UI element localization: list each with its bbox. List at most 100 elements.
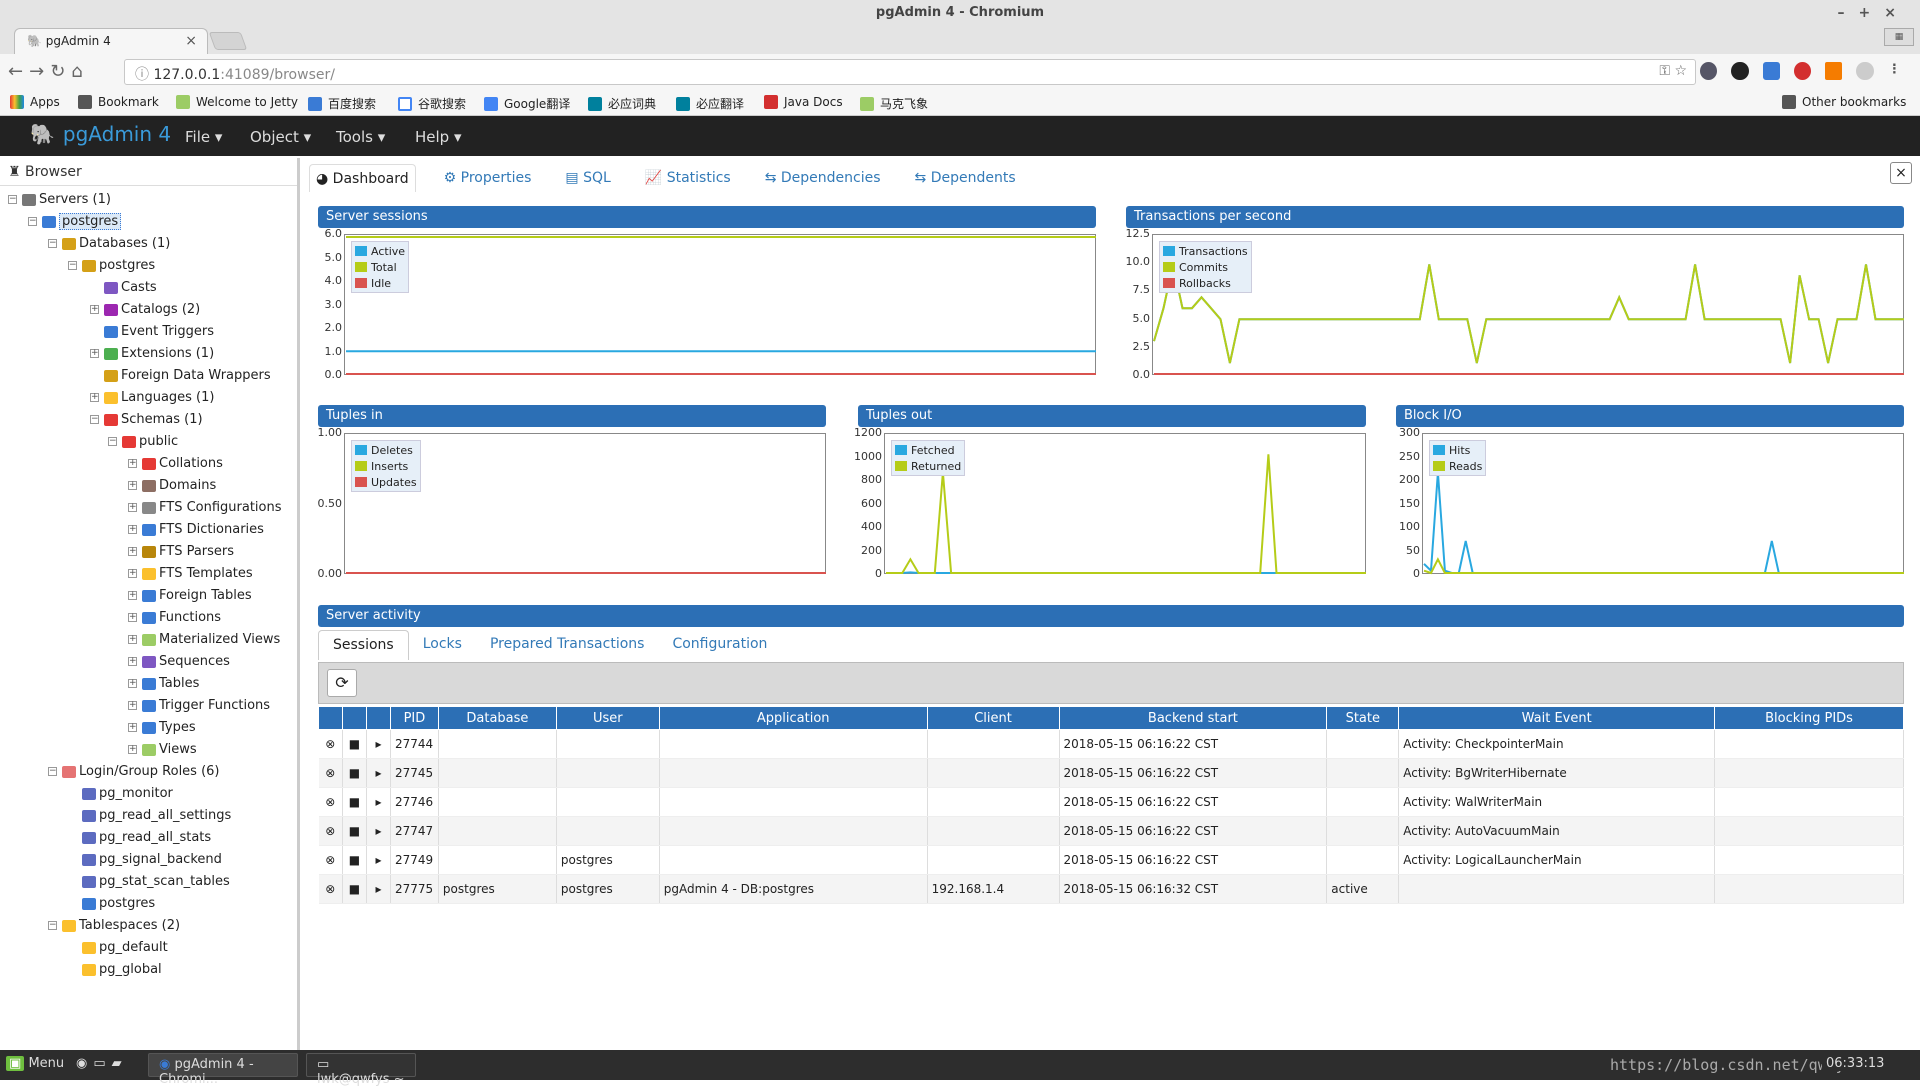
tab-sql[interactable]: ▤ SQL: [559, 164, 616, 192]
tree-toggle-icon[interactable]: +: [128, 481, 137, 490]
bookmark-baidu[interactable]: 百度搜索: [308, 95, 376, 112]
tree-node[interactable]: pg_read_all_stats: [82, 828, 211, 848]
tree-toggle-icon[interactable]: +: [90, 393, 99, 402]
column-header[interactable]: Database: [437, 706, 557, 730]
tree-node[interactable]: Collations: [142, 454, 223, 474]
back-icon[interactable]: ←: [8, 61, 29, 82]
tree-node[interactable]: Domains: [142, 476, 216, 496]
tree-toggle-icon[interactable]: +: [90, 349, 99, 358]
terminate-session-icon[interactable]: ■: [342, 845, 367, 875]
extension-icon-5[interactable]: [1825, 62, 1843, 80]
column-header[interactable]: Client: [926, 706, 1060, 730]
cancel-query-icon[interactable]: ⊗: [318, 787, 343, 817]
terminate-session-icon[interactable]: ■: [342, 729, 367, 759]
tree-toggle-icon[interactable]: −: [48, 239, 57, 248]
column-header[interactable]: [318, 706, 343, 730]
browser-tab[interactable]: 🐘 pgAdmin 4 ×: [14, 28, 208, 54]
tree-node[interactable]: pg_default: [82, 938, 168, 958]
tree-toggle-icon[interactable]: +: [128, 613, 137, 622]
extension-icon-3[interactable]: [1762, 62, 1780, 80]
column-header[interactable]: Wait Event: [1398, 706, 1716, 730]
tree-toggle-icon[interactable]: +: [128, 591, 137, 600]
tree-node[interactable]: postgres: [82, 256, 155, 276]
terminate-session-icon[interactable]: ■: [342, 758, 367, 788]
start-menu-button[interactable]: ▣ Menu: [6, 1056, 64, 1071]
reload-icon[interactable]: ↻: [50, 61, 71, 82]
expand-row-icon[interactable]: ▸: [366, 729, 391, 759]
subtab-sessions[interactable]: Sessions: [318, 630, 409, 660]
tree-node[interactable]: Event Triggers: [104, 322, 214, 342]
bookmark-maxiang[interactable]: 马克飞象: [860, 95, 928, 112]
tree-node[interactable]: Foreign Data Wrappers: [104, 366, 271, 386]
column-header[interactable]: Application: [658, 706, 928, 730]
tree-node[interactable]: postgres: [42, 212, 122, 232]
files-launch-icon[interactable]: ▰: [112, 1056, 128, 1071]
bookmark-google-translate[interactable]: Google翻译: [484, 95, 570, 112]
extension-icon-4[interactable]: [1793, 62, 1812, 80]
terminate-session-icon[interactable]: ■: [342, 874, 367, 904]
window-controls[interactable]: –+×: [1838, 0, 1910, 26]
tree-toggle-icon[interactable]: +: [128, 525, 137, 534]
subtab-configuration[interactable]: Configuration: [658, 630, 781, 660]
tree-node[interactable]: Sequences: [142, 652, 230, 672]
extension-icon-2[interactable]: [1731, 62, 1749, 80]
bookmark-google-search[interactable]: 谷歌搜索: [398, 95, 466, 112]
tree-node[interactable]: Schemas (1): [104, 410, 203, 430]
expand-row-icon[interactable]: ▸: [366, 816, 391, 846]
forward-icon[interactable]: →: [29, 61, 50, 82]
menu-file[interactable]: File ▾: [185, 128, 222, 146]
cancel-query-icon[interactable]: ⊗: [318, 874, 343, 904]
app-logo[interactable]: 🐘 pgAdmin 4: [30, 122, 171, 146]
column-header[interactable]: Backend start: [1058, 706, 1328, 730]
tree-toggle-icon[interactable]: −: [8, 195, 17, 204]
menu-help[interactable]: Help ▾: [415, 128, 462, 146]
taskbar-window-terminal[interactable]: ▭ lwk@qwfys ~: [306, 1053, 416, 1087]
column-header[interactable]: PID: [389, 706, 439, 730]
extension-icon-6[interactable]: [1856, 62, 1874, 80]
tree-toggle-icon[interactable]: −: [48, 767, 57, 776]
tree-toggle-icon[interactable]: +: [128, 635, 137, 644]
tree-toggle-icon[interactable]: +: [128, 657, 137, 666]
tree-node[interactable]: Types: [142, 718, 196, 738]
tree-toggle-icon[interactable]: −: [90, 415, 99, 424]
tree-node[interactable]: Tablespaces (2): [62, 916, 180, 936]
tab-dashboard[interactable]: ◕ Dashboard: [309, 164, 416, 192]
tree-toggle-icon[interactable]: −: [48, 921, 57, 930]
tree-toggle-icon[interactable]: −: [68, 261, 77, 270]
tree-node[interactable]: Languages (1): [104, 388, 214, 408]
subtab-prepared-transactions[interactable]: Prepared Transactions: [476, 630, 659, 660]
expand-row-icon[interactable]: ▸: [366, 845, 391, 875]
tree-toggle-icon[interactable]: +: [128, 723, 137, 732]
tree-node[interactable]: Materialized Views: [142, 630, 280, 650]
close-panel-button[interactable]: ×: [1890, 162, 1912, 184]
tree-node[interactable]: Views: [142, 740, 197, 760]
terminal-launch-icon[interactable]: ▭: [93, 1056, 111, 1071]
column-header[interactable]: Blocking PIDs: [1714, 706, 1904, 730]
expand-row-icon[interactable]: ▸: [366, 874, 391, 904]
expand-row-icon[interactable]: ▸: [366, 787, 391, 817]
bookmark-star-icon[interactable]: ⚿ ☆: [1659, 63, 1687, 79]
tree-toggle-icon[interactable]: +: [128, 569, 137, 578]
tab-statistics[interactable]: 📈 Statistics: [639, 164, 737, 192]
tree-toggle-icon[interactable]: +: [90, 305, 99, 314]
extension-icon-1[interactable]: [1700, 62, 1718, 80]
terminate-session-icon[interactable]: ■: [342, 816, 367, 846]
bookmark-apps[interactable]: Apps: [10, 95, 60, 109]
column-header[interactable]: [341, 706, 367, 730]
tree-node[interactable]: Casts: [104, 278, 157, 298]
info-icon[interactable]: ⓘ: [135, 67, 149, 83]
tab-properties[interactable]: ⚙ Properties: [438, 164, 538, 192]
tree-node[interactable]: pg_stat_scan_tables: [82, 872, 230, 892]
column-header[interactable]: [365, 706, 391, 730]
tree-toggle-icon[interactable]: +: [128, 745, 137, 754]
new-tab-button[interactable]: [208, 32, 248, 50]
terminate-session-icon[interactable]: ■: [342, 787, 367, 817]
other-bookmarks[interactable]: Other bookmarks: [1782, 95, 1906, 109]
column-header[interactable]: User: [555, 706, 660, 730]
refresh-button[interactable]: ⟳: [327, 669, 357, 697]
tree-node[interactable]: Login/Group Roles (6): [62, 762, 220, 782]
browser-launch-icon[interactable]: ◉: [76, 1056, 93, 1071]
address-input[interactable]: ⓘ 127.0.0.1:41089/browser/ ⚿ ☆: [124, 59, 1696, 85]
tree-toggle-icon[interactable]: −: [108, 437, 117, 446]
subtab-locks[interactable]: Locks: [409, 630, 476, 660]
